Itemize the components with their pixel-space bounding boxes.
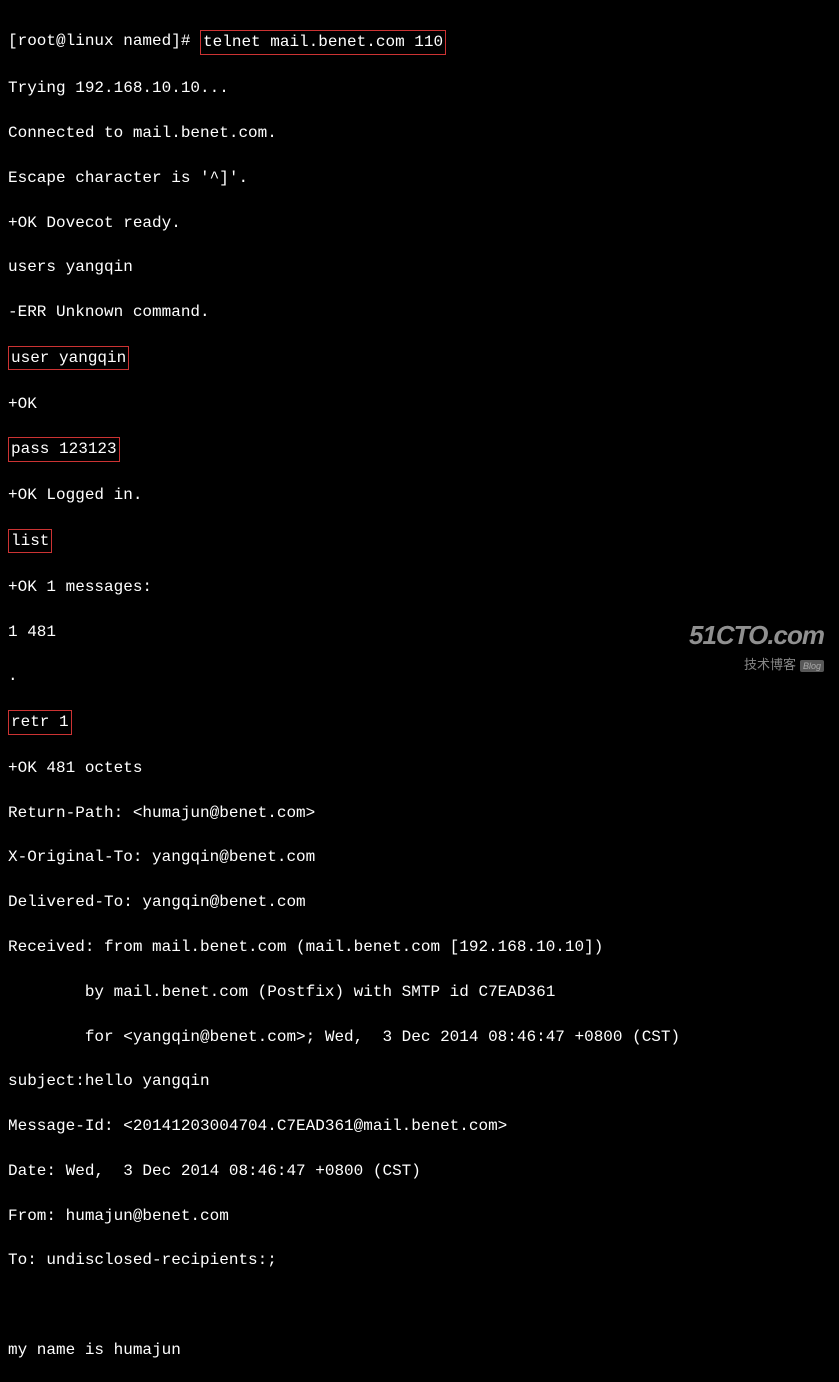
input-user-cmd: user yangqin [8, 346, 129, 370]
input-pass-cmd: pass 123123 [8, 437, 120, 461]
shell-prompt: [root@linux named]# [8, 30, 200, 52]
output-ok-octets: +OK 481 octets [8, 757, 831, 779]
watermark: 51CTO.com 技术博客 Blog [689, 617, 824, 676]
header-received-1: Received: from mail.benet.com (mail.bene… [8, 936, 831, 958]
watermark-badge: Blog [800, 660, 824, 672]
header-received-2: by mail.benet.com (Postfix) with SMTP id… [8, 981, 831, 1003]
output-trying: Trying 192.168.10.10... [8, 77, 831, 99]
header-x-original-to: X-Original-To: yangqin@benet.com [8, 846, 831, 868]
header-message-id: Message-Id: <20141203004704.C7EAD361@mai… [8, 1115, 831, 1137]
output-dovecot-ready: +OK Dovecot ready. [8, 212, 831, 234]
output-escape: Escape character is '^]'. [8, 167, 831, 189]
header-return-path: Return-Path: <humajun@benet.com> [8, 802, 831, 824]
header-subject: subject:hello yangqin [8, 1070, 831, 1092]
blank-line [8, 1294, 831, 1316]
output-err-unknown: -ERR Unknown command. [8, 301, 831, 323]
mail-body: my name is humajun [8, 1339, 831, 1361]
input-retr-cmd: retr 1 [8, 710, 72, 734]
header-from: From: humajun@benet.com [8, 1205, 831, 1227]
header-delivered-to: Delivered-To: yangqin@benet.com [8, 891, 831, 913]
output-ok-logged: +OK Logged in. [8, 484, 831, 506]
header-to: To: undisclosed-recipients:; [8, 1249, 831, 1271]
output-ok-messages: +OK 1 messages: [8, 576, 831, 598]
terminal-output: [root@linux named]# telnet mail.benet.co… [8, 8, 831, 1382]
input-users-typo: users yangqin [8, 256, 831, 278]
output-ok: +OK [8, 393, 831, 415]
output-connected: Connected to mail.benet.com. [8, 122, 831, 144]
input-list-cmd: list [8, 529, 52, 553]
header-date: Date: Wed, 3 Dec 2014 08:46:47 +0800 (CS… [8, 1160, 831, 1182]
watermark-subtitle: 技术博客 [744, 657, 796, 672]
header-received-3: for <yangqin@benet.com>; Wed, 3 Dec 2014… [8, 1026, 831, 1048]
command-telnet: telnet mail.benet.com 110 [200, 30, 446, 54]
watermark-logo: 51CTO.com [689, 617, 824, 653]
